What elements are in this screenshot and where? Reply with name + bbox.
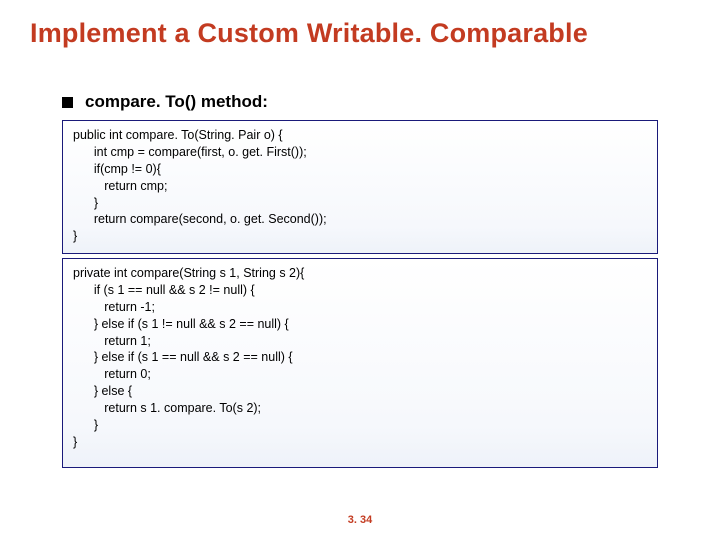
bullet-text: compare. To() method: [85,92,268,112]
page-title: Implement a Custom Writable. Comparable [30,18,700,49]
slide: Implement a Custom Writable. Comparable … [0,0,720,540]
code-text-1: public int compare. To(String. Pair o) {… [73,127,647,245]
square-bullet-icon [62,97,73,108]
bullet-row: compare. To() method: [62,92,268,112]
code-block-compare: private int compare(String s 1, String s… [62,258,658,468]
code-block-compareTo: public int compare. To(String. Pair o) {… [62,120,658,254]
code-text-2: private int compare(String s 1, String s… [73,265,647,451]
page-number: 3. 34 [0,514,720,526]
